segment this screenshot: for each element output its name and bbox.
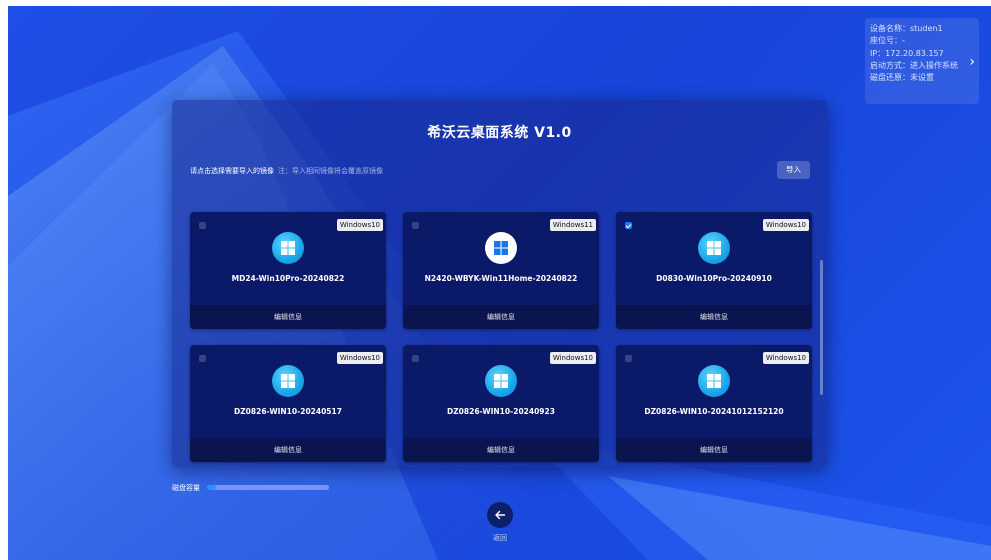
seat-number: 座位号：- <box>870 36 905 46</box>
arrow-left-icon <box>495 510 506 520</box>
image-import-dialog: 希沃云桌面系统 V1.0 请点击选择需要导入的镜像 注：导入相同镜像将会覆盖原镜像… <box>172 100 827 467</box>
windows10-logo-icon <box>698 365 730 397</box>
image-card[interactable]: Windows10 D0830-Win10Pro-20240910 编辑信息 <box>616 212 812 329</box>
os-badge: Windows10 <box>336 219 383 231</box>
disk-capacity-fill <box>207 485 216 490</box>
image-checkbox[interactable] <box>625 355 632 362</box>
image-name: N2420-WBYK-Win11Home-20240822 <box>424 274 578 283</box>
edit-info-button[interactable]: 编辑信息 <box>403 438 599 462</box>
os-badge: Windows10 <box>762 352 809 364</box>
image-card[interactable]: Windows10 DZ0826-WIN10-20240517 编辑信息 <box>190 345 386 462</box>
disk-capacity-label: 磁盘容量 <box>172 484 200 492</box>
image-card[interactable]: Windows11 N2420-WBYK-Win11Home-20240822 … <box>403 212 599 329</box>
edit-info-button[interactable]: 编辑信息 <box>616 438 812 462</box>
device-info-panel: 设备名称：studen1 座位号：- IP：172.20.83.157 启动方式… <box>865 18 979 104</box>
os-badge: Windows10 <box>762 219 809 231</box>
back-label: 返回 <box>493 534 507 542</box>
image-name: DZ0826-WIN10-20241012152120 <box>644 407 784 416</box>
import-hint: 请点击选择需要导入的镜像 注：导入相同镜像将会覆盖原镜像 <box>190 166 383 176</box>
windows10-logo-icon <box>485 365 517 397</box>
image-name: DZ0826-WIN10-20240517 <box>234 407 342 416</box>
image-checkbox[interactable] <box>199 222 206 229</box>
image-checkbox-checked[interactable] <box>625 222 632 229</box>
hint-text: 请点击选择需要导入的镜像 <box>190 167 274 175</box>
desktop-screen: 设备名称：studen1 座位号：- IP：172.20.83.157 启动方式… <box>8 6 991 560</box>
image-checkbox[interactable] <box>412 222 419 229</box>
chevron-right-icon[interactable]: › <box>969 55 975 69</box>
boot-mode: 启动方式：进入操作系统 <box>870 60 958 70</box>
image-name: D0830-Win10Pro-20240910 <box>656 274 772 283</box>
image-checkbox[interactable] <box>412 355 419 362</box>
disk-restore: 磁盘还原：未设置 <box>870 73 934 83</box>
image-checkbox[interactable] <box>199 355 206 362</box>
disk-capacity-bar <box>207 485 329 490</box>
edit-info-button[interactable]: 编辑信息 <box>616 305 812 329</box>
edit-info-button[interactable]: 编辑信息 <box>190 305 386 329</box>
image-name: DZ0826-WIN10-20240923 <box>447 407 555 416</box>
os-badge: Windows11 <box>549 219 596 231</box>
import-button[interactable]: 导入 <box>777 161 810 179</box>
edit-info-button[interactable]: 编辑信息 <box>403 305 599 329</box>
ip-address: IP：172.20.83.157 <box>870 48 944 58</box>
hint-note: 注：导入相同镜像将会覆盖原镜像 <box>278 167 383 175</box>
device-name: 设备名称：studen1 <box>870 24 943 33</box>
os-badge: Windows10 <box>549 352 596 364</box>
image-name: MD24-Win10Pro-20240822 <box>231 274 345 283</box>
windows10-logo-icon <box>698 232 730 264</box>
scrollbar[interactable] <box>820 260 823 395</box>
back-button[interactable] <box>487 502 513 528</box>
os-badge: Windows10 <box>336 352 383 364</box>
edit-info-button[interactable]: 编辑信息 <box>190 438 386 462</box>
image-card[interactable]: Windows10 MD24-Win10Pro-20240822 编辑信息 <box>190 212 386 329</box>
windows11-logo-icon <box>485 232 517 264</box>
windows10-logo-icon <box>272 365 304 397</box>
dialog-title: 希沃云桌面系统 V1.0 <box>427 125 572 141</box>
image-card[interactable]: Windows10 DZ0826-WIN10-20240923 编辑信息 <box>403 345 599 462</box>
image-card[interactable]: Windows10 DZ0826-WIN10-20241012152120 编辑… <box>616 345 812 462</box>
windows10-logo-icon <box>272 232 304 264</box>
